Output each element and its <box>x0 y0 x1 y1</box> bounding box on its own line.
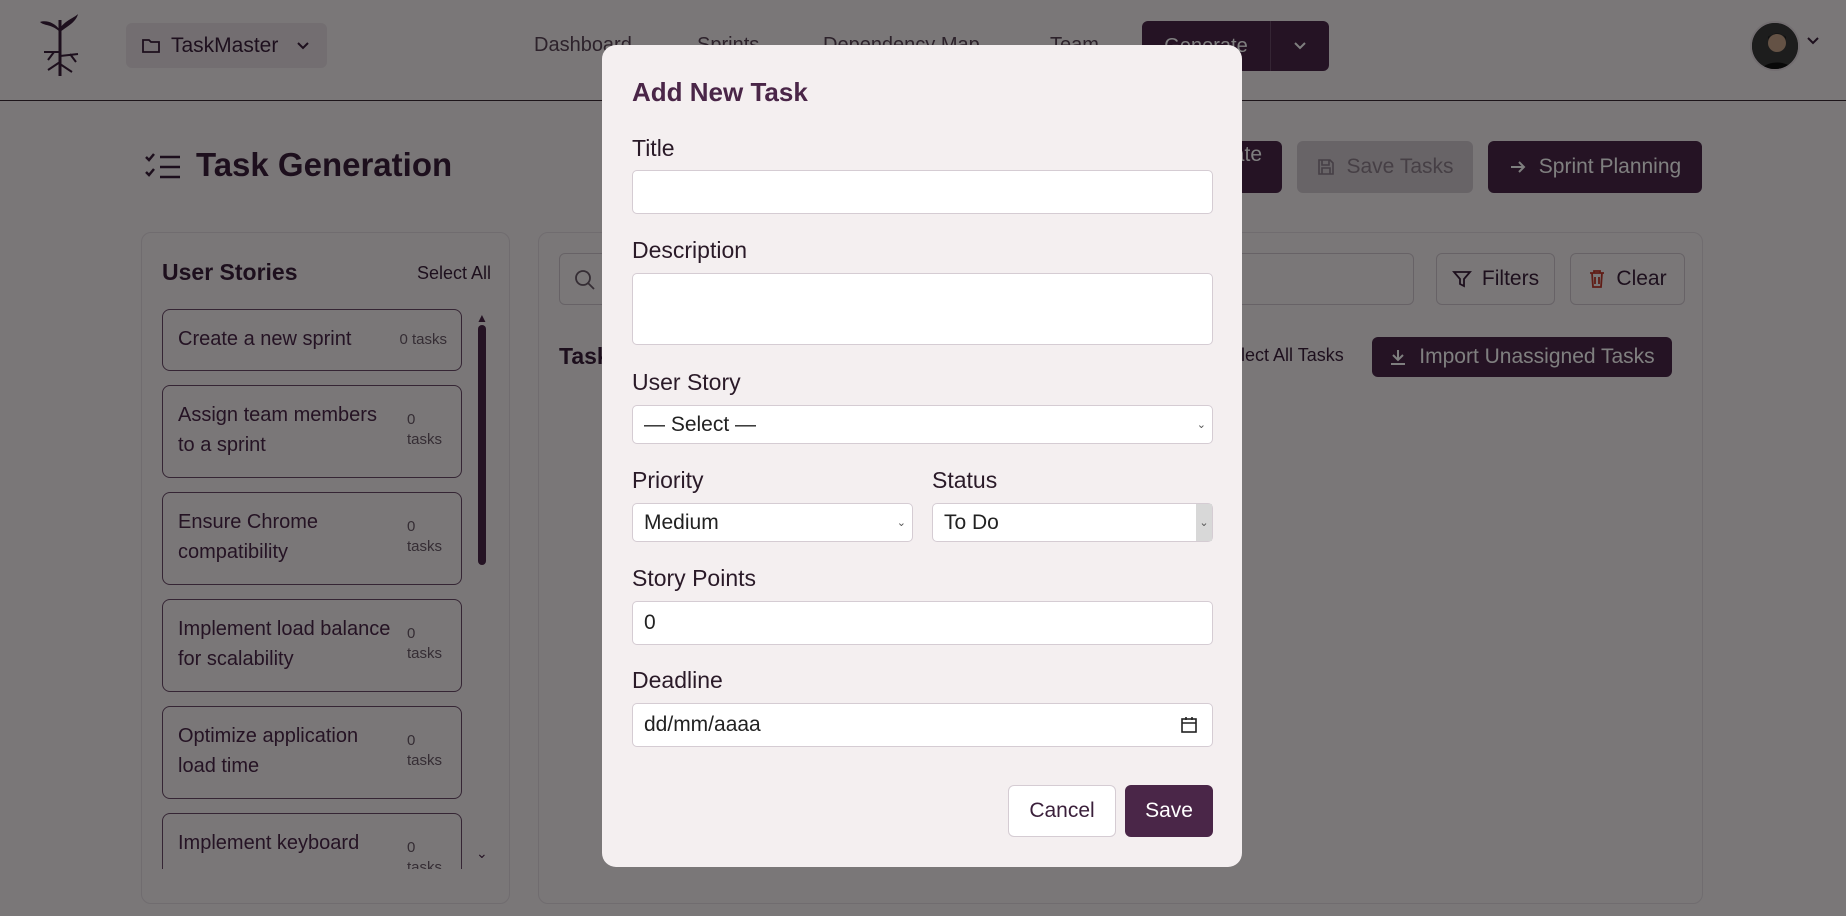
priority-select[interactable]: Medium ⌄ <box>632 503 913 542</box>
priority-label: Priority <box>632 467 704 493</box>
title-label: Title <box>632 135 675 161</box>
calendar-icon[interactable] <box>1180 716 1198 734</box>
priority-value: Medium <box>644 510 719 534</box>
deadline-input[interactable]: dd/mm/aaaa <box>632 703 1213 747</box>
user-story-value: — Select — <box>644 412 757 436</box>
chevron-down-icon: ⌄ <box>1196 419 1206 431</box>
status-select[interactable]: To Do ⌄ <box>932 503 1213 542</box>
description-label: Description <box>632 237 748 263</box>
chevron-down-icon: ⌄ <box>896 517 906 529</box>
user-story-label: User Story <box>632 369 741 395</box>
add-task-dialog: Add New Task Title Description User Stor… <box>602 45 1242 867</box>
deadline-label: Deadline <box>632 667 723 693</box>
status-label: Status <box>932 467 998 493</box>
title-input[interactable] <box>632 170 1213 214</box>
description-textarea[interactable] <box>632 273 1213 345</box>
save-button[interactable]: Save <box>1125 785 1213 837</box>
dialog-title: Add New Task <box>632 77 808 107</box>
story-points-input[interactable]: 0 <box>632 601 1213 645</box>
deadline-placeholder: dd/mm/aaaa <box>644 713 761 736</box>
user-story-select[interactable]: — Select — ⌄ <box>632 405 1213 444</box>
story-points-label: Story Points <box>632 565 756 591</box>
cancel-button[interactable]: Cancel <box>1008 785 1116 837</box>
status-value: To Do <box>944 510 999 534</box>
chevron-down-icon: ⌄ <box>1196 504 1212 541</box>
